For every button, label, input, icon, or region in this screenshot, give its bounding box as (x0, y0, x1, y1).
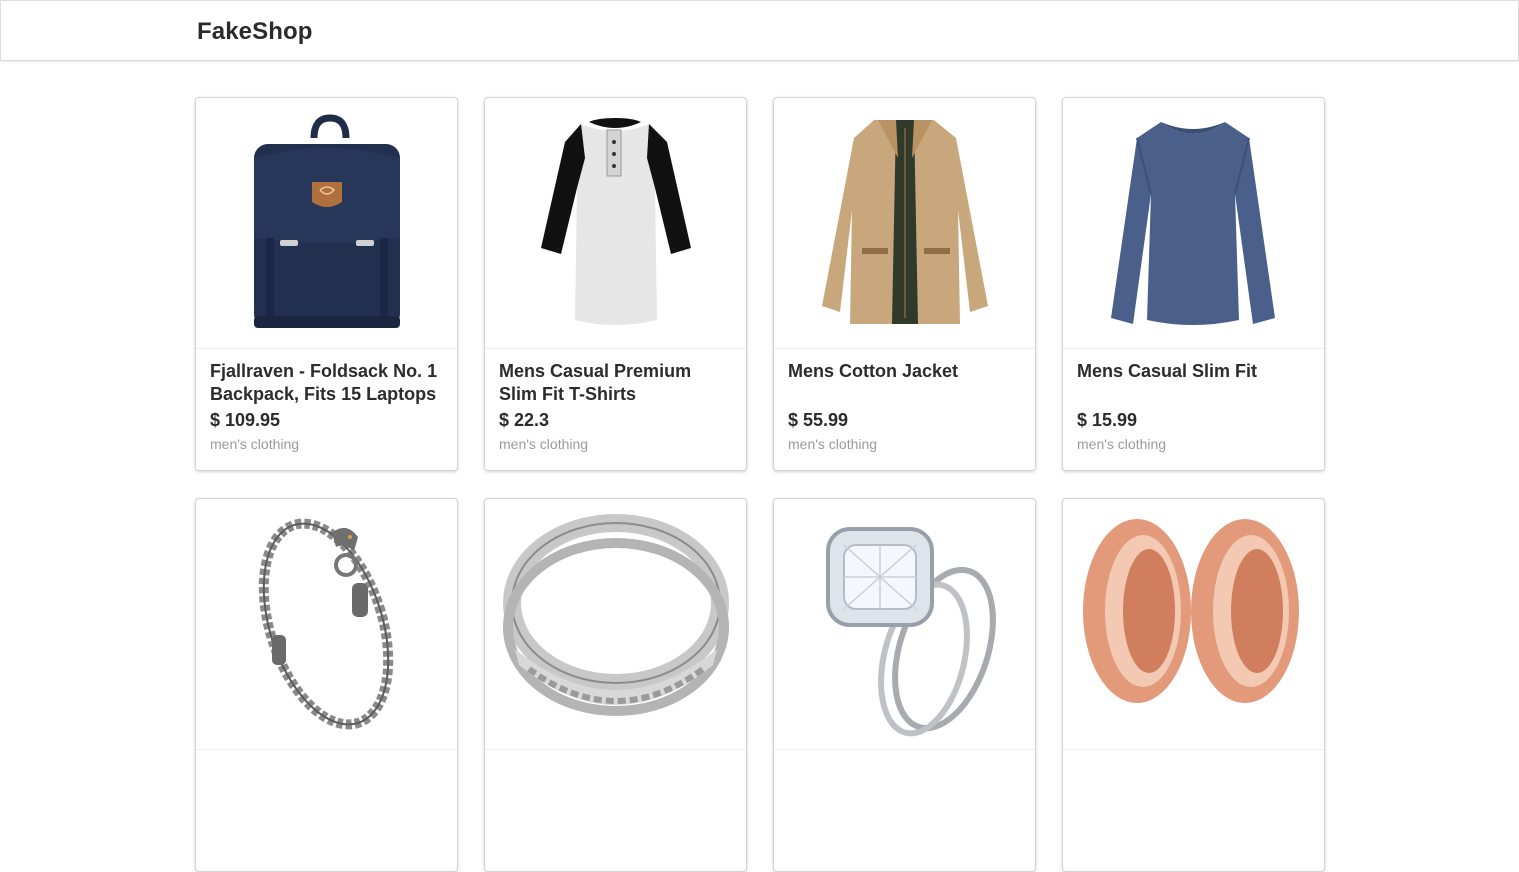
product-title[interactable]: Mens Cotton Jacket (788, 360, 1021, 406)
product-image[interactable] (774, 499, 1035, 750)
product-card[interactable] (484, 498, 747, 872)
product-price: $ 55.99 (788, 410, 849, 430)
product-title[interactable] (1077, 761, 1310, 807)
silver-ring-icon (503, 514, 729, 716)
bracelet-icon (258, 518, 394, 730)
product-category: men's clothing (210, 436, 300, 452)
product-category: men's clothing (1077, 436, 1167, 452)
product-image[interactable] (485, 499, 746, 750)
product-category: men's clothing (788, 436, 878, 452)
long-sleeve-shirt-icon (1111, 122, 1275, 325)
product-card[interactable]: Mens Casual Premium Slim Fit T-Shirts $ … (484, 97, 747, 471)
product-card[interactable] (1062, 498, 1325, 872)
product-card[interactable] (773, 498, 1036, 872)
product-title[interactable]: Mens Casual Premium Slim Fit T-Shirts (499, 360, 732, 406)
product-image[interactable] (196, 499, 457, 750)
product-price: $ 109.95 (210, 410, 281, 430)
product-image[interactable] (1063, 499, 1324, 750)
product-title[interactable] (210, 761, 443, 807)
product-title[interactable]: Fjallraven - Foldsack No. 1 Backpack, Fi… (210, 360, 443, 406)
product-card[interactable]: Fjallraven - Foldsack No. 1 Backpack, Fi… (195, 97, 458, 471)
rose-gold-plugs-icon (1083, 519, 1299, 703)
top-navigation-bar: FakeShop (0, 0, 1519, 61)
backpack-icon (254, 114, 400, 328)
product-image[interactable] (774, 98, 1035, 349)
product-price: $ 22.3 (499, 410, 550, 430)
product-image[interactable] (485, 98, 746, 349)
jacket-icon (822, 120, 988, 324)
product-category: men's clothing (499, 436, 589, 452)
product-price: $ 15.99 (1077, 410, 1138, 430)
brand-logo-text[interactable]: FakeShop (197, 18, 313, 46)
product-title[interactable]: Mens Casual Slim Fit (1077, 360, 1310, 406)
product-image[interactable] (1063, 98, 1324, 349)
raglan-tshirt-icon (541, 118, 691, 325)
product-title[interactable] (499, 761, 732, 807)
product-grid: Fjallraven - Foldsack No. 1 Backpack, Fi… (195, 97, 1325, 872)
product-title[interactable] (788, 761, 1021, 807)
product-image[interactable] (196, 98, 457, 349)
diamond-ring-icon (826, 527, 996, 737)
product-card[interactable] (195, 498, 458, 872)
product-card[interactable]: Mens Cotton Jacket $ 55.99 men's clothin… (773, 97, 1036, 471)
product-card[interactable]: Mens Casual Slim Fit $ 15.99 men's cloth… (1062, 97, 1325, 471)
